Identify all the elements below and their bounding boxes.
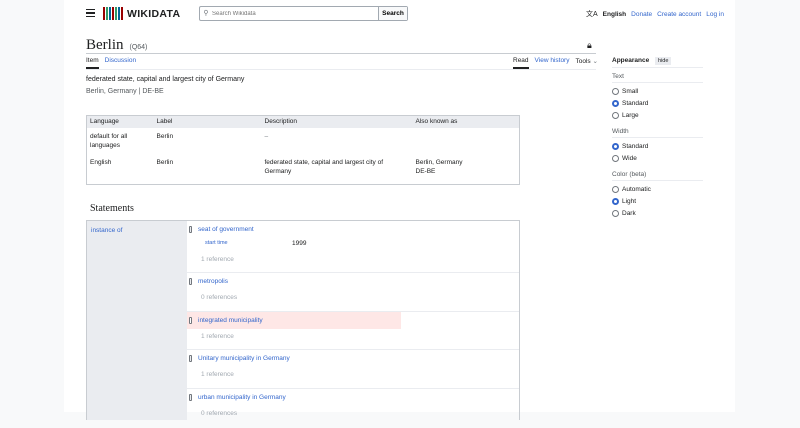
rank-normal-icon[interactable] bbox=[189, 394, 192, 401]
cell-language: default for all languages bbox=[90, 132, 128, 149]
statement: urban municipality in Germany 0 referenc… bbox=[187, 389, 519, 428]
logo-bar bbox=[121, 7, 123, 20]
col-aliases: Also known as bbox=[412, 115, 520, 128]
value-link[interactable]: metropolis bbox=[198, 278, 228, 285]
cell-description: – bbox=[264, 132, 269, 140]
cell-aliases bbox=[413, 128, 520, 154]
rank-deprecated-icon[interactable] bbox=[189, 317, 192, 324]
statement: integrated municipality 1 reference bbox=[187, 312, 519, 350]
labels-table: Language Label Description Also known as… bbox=[86, 115, 520, 185]
statement: Unitary municipality in Germany 1 refere… bbox=[187, 350, 519, 389]
table-row: English Berlin federated state, capital … bbox=[87, 154, 520, 185]
cell-label: Berlin bbox=[156, 132, 174, 140]
text-section-label: Text bbox=[612, 73, 703, 83]
radio-color-light[interactable]: Light bbox=[612, 198, 636, 205]
rank-normal-icon[interactable] bbox=[189, 226, 192, 233]
tab-discussion[interactable]: Discussion bbox=[105, 57, 136, 69]
cell-label: Berlin bbox=[156, 158, 174, 166]
main-menu-icon[interactable] bbox=[86, 9, 95, 17]
radio-color-automatic[interactable]: Automatic bbox=[612, 186, 651, 193]
tab-read[interactable]: Read bbox=[513, 57, 529, 69]
col-label: Label bbox=[153, 115, 262, 128]
divider bbox=[86, 53, 596, 54]
logo-bar bbox=[103, 7, 105, 20]
divider bbox=[86, 69, 596, 70]
width-section-label: Width bbox=[612, 128, 703, 138]
logo-text: WIKIDATA bbox=[127, 7, 181, 20]
qualifier-property[interactable]: start time bbox=[205, 240, 228, 246]
tab-view-history[interactable]: View history bbox=[535, 57, 570, 69]
create-account-link[interactable]: Create account bbox=[657, 11, 701, 18]
logo-bars-icon bbox=[103, 7, 123, 20]
statements-heading: Statements bbox=[90, 203, 134, 214]
qualifier-value: 1999 bbox=[292, 240, 307, 247]
search-input[interactable] bbox=[212, 7, 378, 20]
search-box: ⚲ Search bbox=[199, 6, 408, 21]
references-toggle[interactable]: 1 reference bbox=[201, 256, 234, 263]
radio-color-dark[interactable]: Dark bbox=[612, 210, 636, 217]
value-link[interactable]: Unitary municipality in Germany bbox=[198, 355, 290, 362]
references-toggle[interactable]: 1 reference bbox=[201, 333, 234, 340]
statement: seat of government start time 1999 1 ref… bbox=[187, 221, 519, 273]
logo-bar bbox=[115, 7, 117, 20]
logo-bar bbox=[112, 7, 114, 20]
search-button[interactable]: Search bbox=[378, 7, 407, 20]
property-link[interactable]: instance of bbox=[91, 227, 122, 234]
color-section-label: Color (beta) bbox=[612, 171, 703, 181]
logo-bar bbox=[109, 7, 111, 20]
donate-link[interactable]: Donate bbox=[631, 11, 652, 18]
language-icon[interactable]: 文A bbox=[586, 9, 598, 19]
statement: metropolis 0 references bbox=[187, 273, 519, 312]
appearance-header: Appearance hide bbox=[612, 57, 703, 68]
item-label: Berlin bbox=[86, 37, 124, 53]
value-link[interactable]: integrated municipality bbox=[198, 317, 263, 324]
cell-description: federated state, capital and largest cit… bbox=[264, 158, 384, 175]
page-title: Berlin (Q64) bbox=[86, 37, 147, 54]
table-row: default for all languages Berlin – bbox=[87, 128, 520, 154]
references-toggle[interactable]: 0 references bbox=[201, 410, 237, 417]
cell-language: English bbox=[90, 158, 112, 166]
item-id: (Q64) bbox=[129, 44, 148, 51]
radio-width-standard[interactable]: Standard bbox=[612, 143, 648, 150]
rank-normal-icon[interactable] bbox=[189, 355, 192, 362]
value-link[interactable]: urban municipality in Germany bbox=[198, 394, 286, 401]
radio-text-standard[interactable]: Standard bbox=[612, 100, 648, 107]
lock-icon: 🔒︎ bbox=[587, 40, 592, 50]
tools-menu[interactable]: Tools ⌄ bbox=[575, 57, 597, 69]
login-link[interactable]: Log in bbox=[706, 11, 724, 18]
references-toggle[interactable]: 0 references bbox=[201, 294, 237, 301]
statement-group: instance of seat of government start tim… bbox=[86, 220, 520, 420]
radio-text-large[interactable]: Large bbox=[612, 112, 639, 119]
appearance-title: Appearance bbox=[612, 57, 650, 64]
radio-text-small[interactable]: Small bbox=[612, 88, 638, 95]
item-description: federated state, capital and largest cit… bbox=[86, 76, 245, 83]
language-selector[interactable]: English bbox=[603, 11, 626, 18]
item-aliases: Berlin, Germany | DE-BE bbox=[86, 88, 164, 95]
col-language: Language bbox=[86, 115, 154, 128]
value-link[interactable]: seat of government bbox=[198, 226, 254, 233]
cell-aliases: Berlin, Germany DE-BE bbox=[415, 158, 463, 175]
col-description: Description bbox=[261, 115, 413, 128]
search-icon: ⚲ bbox=[203, 10, 209, 17]
radio-width-wide[interactable]: Wide bbox=[612, 155, 637, 162]
tab-item[interactable]: Item bbox=[86, 57, 99, 69]
logo-bar bbox=[106, 7, 108, 20]
hide-button[interactable]: hide bbox=[655, 57, 672, 65]
table-header: Language Label Description Also known as bbox=[86, 115, 520, 128]
references-toggle[interactable]: 1 reference bbox=[201, 371, 234, 378]
chevron-down-icon: ⌄ bbox=[592, 58, 598, 65]
wikidata-logo[interactable]: WIKIDATA bbox=[103, 7, 180, 20]
logo-bar bbox=[118, 7, 120, 20]
rank-normal-icon[interactable] bbox=[189, 278, 192, 285]
